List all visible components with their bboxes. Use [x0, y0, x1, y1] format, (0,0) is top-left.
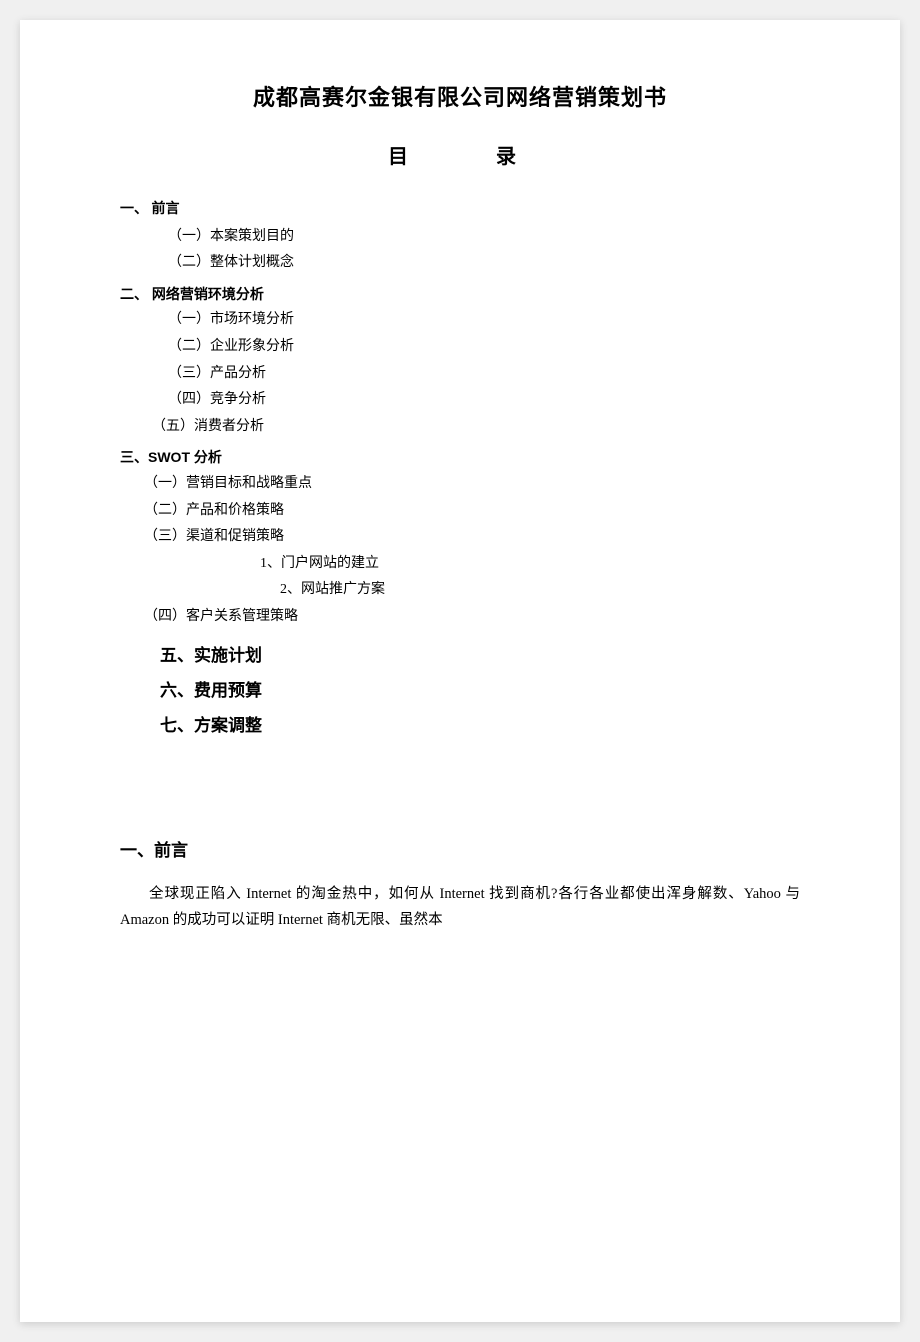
toc-item-3: 三、SWOT 分析: [120, 444, 800, 471]
main-title: 成都高赛尔金银有限公司网络营销策划书: [120, 80, 800, 112]
toc-item-3-3-2: 2、网站推广方案: [120, 577, 800, 604]
toc-title: 目 录: [120, 140, 800, 169]
toc-item-2-5: （五）消费者分析: [120, 414, 800, 441]
section-1-paragraph-1: 全球现正陷入 Internet 的淘金热中，如何从 Internet 找到商机?…: [120, 881, 800, 935]
toc-item-3-3-1: 1、门户网站的建立: [120, 551, 800, 578]
section-1-heading: 一、前言: [120, 836, 800, 861]
toc-item-1: 一、 前言: [120, 197, 800, 224]
toc-item-2-4: （四）竞争分析: [120, 387, 800, 414]
toc-item-2: 二、 网络营销环境分析: [120, 281, 800, 308]
toc-item-5: 五、实施计划: [120, 641, 800, 666]
toc-item-1-1: （一）本案策划目的: [120, 224, 800, 251]
toc-item-7: 七、方案调整: [120, 711, 800, 736]
toc-item-6: 六、费用预算: [120, 676, 800, 701]
content-section: 一、前言 全球现正陷入 Internet 的淘金热中，如何从 Internet …: [120, 796, 800, 935]
toc-item-2-2: （二）企业形象分析: [120, 334, 800, 361]
document-page: 成都高赛尔金银有限公司网络营销策划书 目 录 一、 前言 （一）本案策划目的 （…: [20, 20, 900, 1322]
toc-item-3-1: （一）营销目标和战略重点: [120, 471, 800, 498]
toc-item-2-1: （一）市场环境分析: [120, 307, 800, 334]
toc-item-3-4: （四）客户关系管理策略: [120, 604, 800, 631]
toc-item-3-3: （三）渠道和促销策略: [120, 524, 800, 551]
table-of-contents: 一、 前言 （一）本案策划目的 （二）整体计划概念 二、 网络营销环境分析 （一…: [120, 197, 800, 736]
toc-item-3-2: （二）产品和价格策略: [120, 498, 800, 525]
toc-item-1-2: （二）整体计划概念: [120, 250, 800, 277]
toc-item-2-3: （三）产品分析: [120, 361, 800, 388]
